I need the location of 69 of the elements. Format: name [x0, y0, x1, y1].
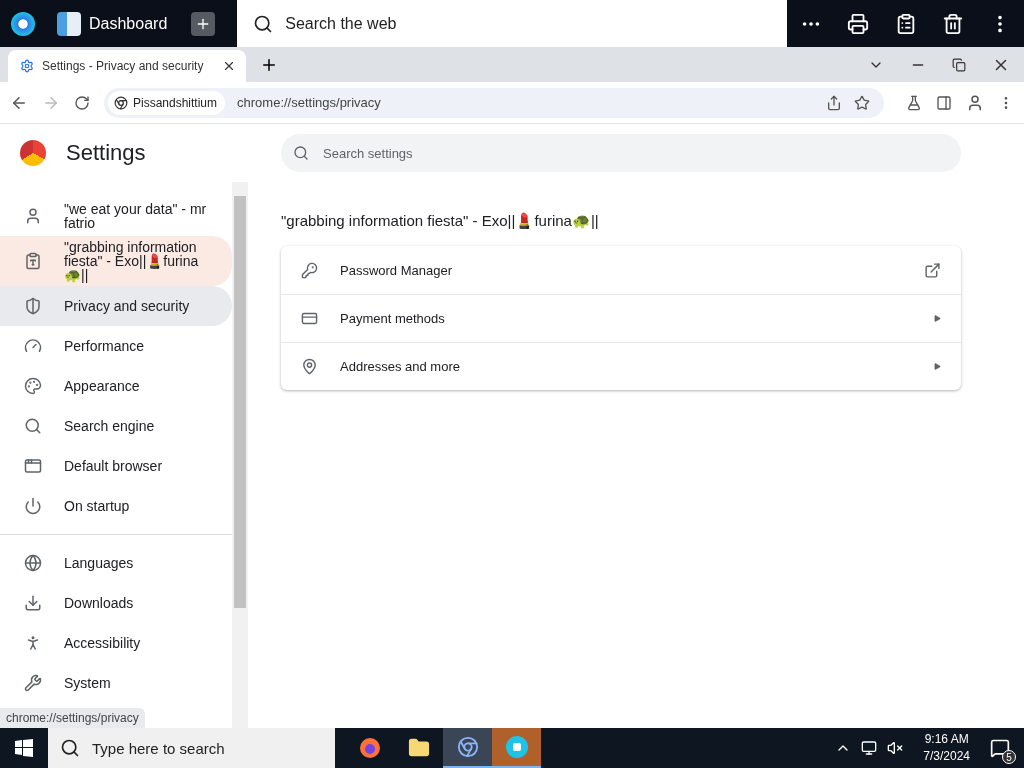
person-icon — [24, 207, 42, 225]
sidebar-item[interactable]: Downloads — [0, 583, 232, 623]
share-icon[interactable] — [826, 94, 842, 111]
arrow-icon — [934, 363, 941, 370]
flask-icon[interactable] — [906, 94, 922, 111]
profile-icon[interactable] — [966, 93, 984, 112]
pin-icon — [301, 358, 318, 375]
settings-icon — [20, 59, 34, 73]
settings-title: Settings — [66, 140, 146, 166]
globe-icon — [24, 554, 42, 572]
sidebar-item[interactable]: "we eat your data" - mr fatrio — [0, 196, 232, 236]
app-icon[interactable] — [492, 728, 541, 768]
power-icon — [24, 497, 42, 515]
chrome-icon — [114, 95, 128, 110]
browser-tab[interactable]: Settings - Privacy and security — [8, 50, 246, 82]
bookmark-icon[interactable] — [854, 94, 870, 111]
sidebar-item[interactable]: Default browser — [0, 446, 232, 486]
notification-count: 5 — [1002, 750, 1016, 764]
sidebar-item[interactable]: Accessibility — [0, 623, 232, 663]
sidebar-item[interactable]: On startup — [0, 486, 232, 526]
app-title: Dashboard — [89, 14, 168, 33]
close-icon[interactable] — [222, 59, 236, 73]
settings-search-field[interactable]: Search settings — [281, 134, 961, 172]
settings-row[interactable]: Payment methods — [281, 294, 961, 342]
network-icon[interactable] — [861, 740, 878, 756]
sidebar-item[interactable]: "grabbing information fiesta" - Exo||💄furina🐢|| — [0, 236, 232, 286]
sidebar-item[interactable]: Privacy and security — [0, 286, 232, 326]
restore-icon[interactable] — [952, 57, 966, 72]
new-button[interactable] — [191, 11, 216, 36]
settings-row[interactable]: Addresses and more — [281, 342, 961, 390]
url-text: chrome://settings/privacy — [237, 95, 382, 110]
reload-icon[interactable] — [74, 94, 90, 111]
settings-logo-icon — [20, 140, 46, 166]
print-icon[interactable] — [847, 12, 870, 35]
section-title: "grabbing information fiesta" - Exo||💄furina🐢|| — [281, 212, 600, 230]
scrollbar[interactable] — [232, 182, 248, 728]
sidebar-item[interactable]: System — [0, 663, 232, 703]
clock[interactable]: 9:16 AM 7/3/2024 — [923, 731, 970, 765]
search-icon — [293, 145, 309, 161]
arrow-icon — [934, 315, 941, 322]
search-icon — [253, 13, 274, 34]
clipboard-icon — [24, 252, 42, 270]
download-icon — [24, 594, 42, 612]
web-search-field[interactable]: Search the web — [237, 0, 788, 47]
app-logo-icon[interactable] — [11, 11, 35, 36]
browser-window-icon — [24, 457, 42, 475]
external-link-icon — [924, 261, 941, 279]
gauge-icon — [24, 337, 42, 355]
card-icon — [301, 310, 318, 327]
sidebar-item[interactable]: Performance — [0, 326, 232, 366]
chrome-icon[interactable] — [443, 728, 492, 768]
side-panel-icon[interactable] — [936, 94, 952, 111]
settings-row[interactable]: Password Manager — [281, 246, 961, 294]
sidebar-item[interactable]: Search engine — [0, 406, 232, 446]
new-tab-icon[interactable] — [260, 56, 278, 74]
wrench-icon — [24, 674, 42, 692]
profile-chip[interactable]: Pissandshittium — [108, 90, 226, 115]
sidebar-item[interactable]: Appearance — [0, 366, 232, 406]
taskbar-search-field[interactable]: Type here to search — [48, 728, 335, 768]
search-icon — [24, 417, 42, 435]
volume-muted-icon[interactable] — [887, 740, 904, 756]
palette-icon — [24, 377, 42, 395]
shield-icon — [24, 297, 42, 315]
search-icon — [60, 738, 80, 758]
trash-icon[interactable] — [942, 12, 964, 35]
sidebar-item[interactable]: Languages — [0, 543, 232, 583]
key-icon — [301, 261, 318, 279]
dashboard-icon — [57, 11, 81, 36]
address-bar[interactable]: Pissandshittium chrome://settings/privacy — [104, 87, 884, 118]
